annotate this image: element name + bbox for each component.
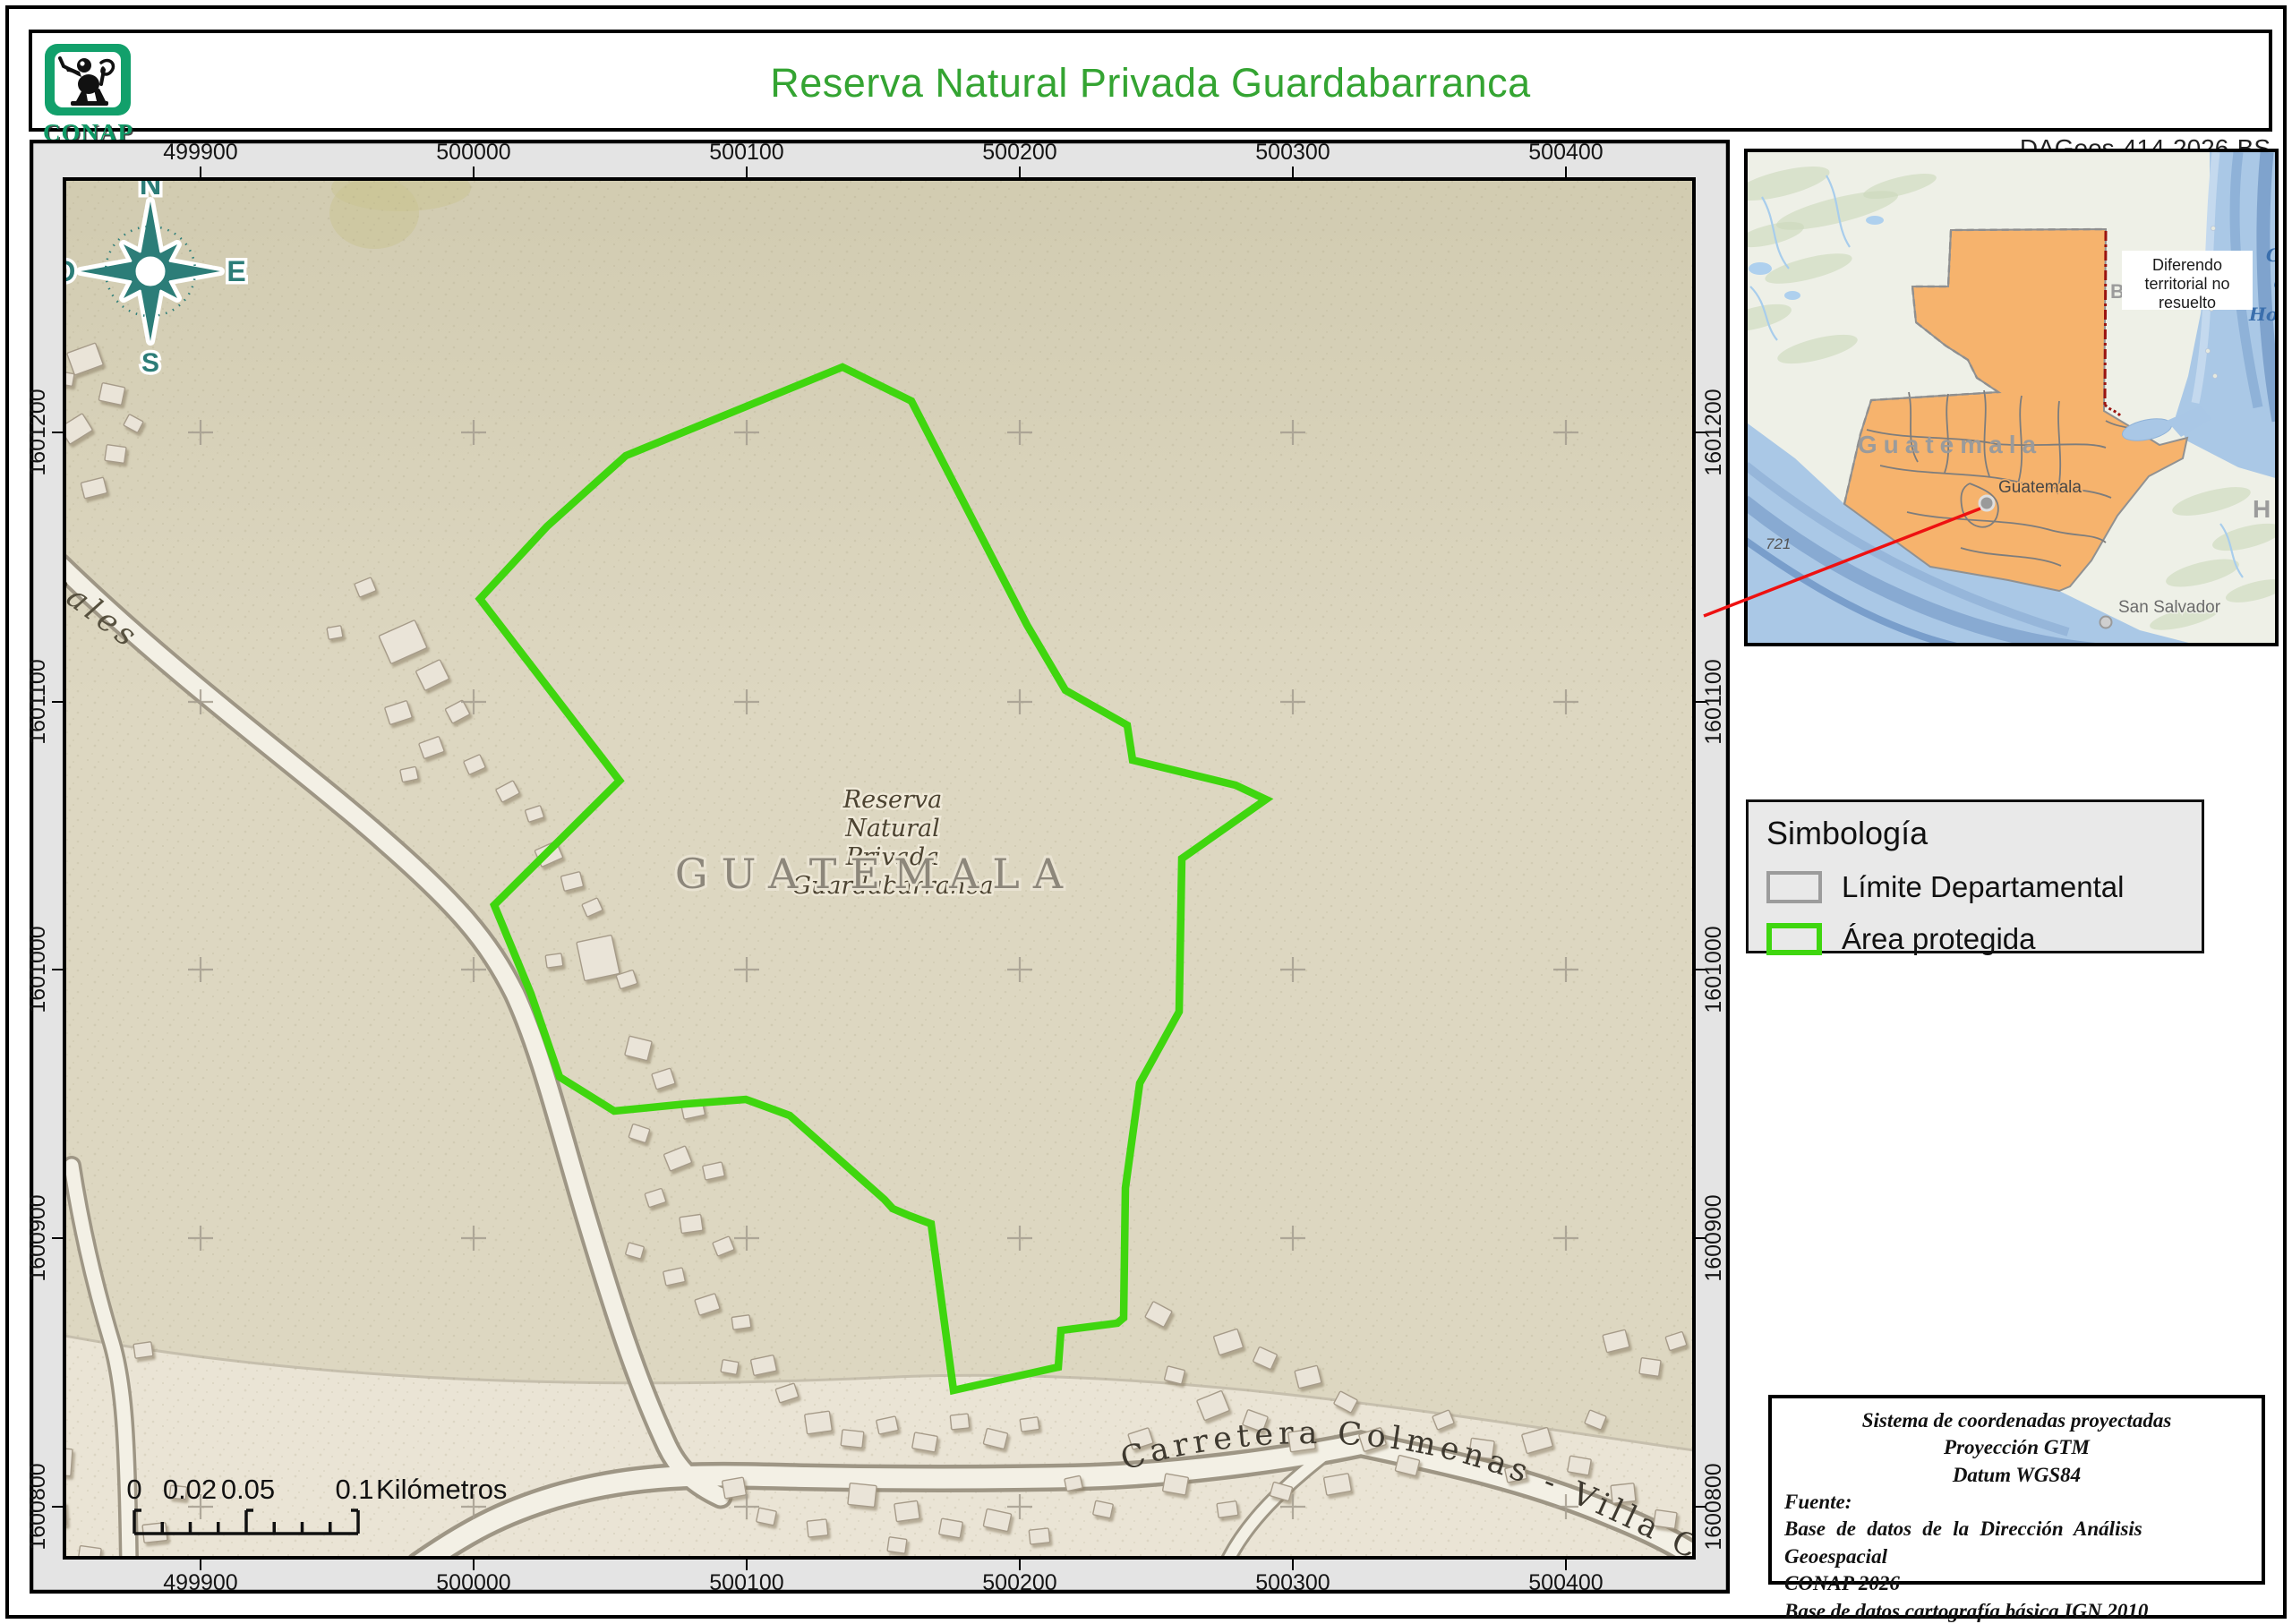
building <box>887 1537 907 1554</box>
datum-line: Datum WGS84 <box>1784 1462 2249 1489</box>
northing-label: 1601100 <box>30 659 50 744</box>
departmental-limit-swatch-icon <box>1766 871 1822 903</box>
scale-tick-label: 0.1 <box>335 1474 373 1505</box>
easting-label: 500200 <box>982 140 1056 165</box>
header: CONAP Reserva Natural Privada Guardabarr… <box>29 30 2272 132</box>
reserve-name-label: Reserva <box>842 786 942 814</box>
building <box>1065 1475 1083 1491</box>
building <box>327 626 343 640</box>
easting-label: 500300 <box>1255 1570 1330 1594</box>
san-salvador-label: San Salvador <box>2118 598 2221 617</box>
source-heading: Fuente: <box>1784 1489 2249 1516</box>
callout-line: Diferendo <box>2152 256 2222 274</box>
northing-label: 1601000 <box>30 926 50 1013</box>
reserve-name-label: Natural <box>844 815 940 842</box>
easting-label: 500100 <box>709 140 783 165</box>
compass-letter: E <box>227 255 245 287</box>
building <box>848 1483 877 1507</box>
building <box>1323 1474 1351 1496</box>
page-title: Reserva Natural Privada Guardabarranca <box>32 60 2269 107</box>
map-sheet: CONAP Reserva Natural Privada Guardabarr… <box>0 0 2292 1624</box>
northing-label: 1601100 <box>1701 659 1726 744</box>
building <box>722 1477 746 1499</box>
northing-label: 1600800 <box>30 1463 50 1550</box>
northing-label: 1601200 <box>30 389 50 475</box>
building <box>1162 1474 1188 1495</box>
map-content: nalesCarretera Colmenas - Villa CanaRese… <box>40 165 1730 1594</box>
honduras-label: Ho <box>2253 495 2279 523</box>
legend-title: Simbología <box>1766 815 2184 852</box>
building <box>950 1414 970 1430</box>
belize-dispute-line <box>2105 231 2106 405</box>
country-label: Guatemala <box>1858 431 2042 458</box>
northing-label: 1600900 <box>30 1194 50 1281</box>
building <box>1639 1358 1661 1377</box>
building <box>912 1432 938 1452</box>
compass-letter: S <box>141 348 159 378</box>
building <box>1093 1500 1114 1518</box>
source-line-2: CONAP 2026 <box>1784 1570 2249 1597</box>
san-salvador-dot <box>2100 617 2112 628</box>
building <box>805 1411 833 1434</box>
guatemala-city-label: Guatemala <box>1998 478 2082 497</box>
scale-unit-label: Kilómetros <box>376 1474 507 1505</box>
inset-map: BGuatemalaGuatemalaSan SalvadorHo721GudH… <box>1744 149 2279 646</box>
sea-label: Hond <box>2248 303 2279 325</box>
source-line-3: Base de datos cartografía básica IGN 201… <box>1784 1598 2249 1624</box>
building <box>1217 1501 1238 1518</box>
inset-locator-map: BGuatemalaGuatemalaSan SalvadorHo721GudH… <box>1744 149 2279 646</box>
easting-label: 500400 <box>1528 140 1603 165</box>
northing-label: 1601200 <box>1701 389 1726 475</box>
building <box>105 445 126 464</box>
building <box>1020 1417 1039 1432</box>
northing-label: 1600900 <box>1701 1194 1726 1281</box>
easting-label: 500400 <box>1528 1570 1603 1594</box>
callout-line: territorial no <box>2144 275 2229 293</box>
building <box>731 1315 751 1330</box>
building <box>757 1508 777 1526</box>
source-line-1: Base de datos de la Dirección Análisis G… <box>1784 1516 2249 1570</box>
scale-tick-label: 0.05 <box>221 1474 275 1505</box>
scale-tick-label: 0 <box>126 1474 141 1505</box>
legend-item-area: Área protegida <box>1766 922 2184 956</box>
building <box>1029 1528 1050 1544</box>
building <box>400 766 419 782</box>
guatemala-city-dot <box>1980 496 1994 510</box>
credits-box: Sistema de coordenadas proyectadas Proye… <box>1768 1395 2265 1585</box>
scale-tick-label: 0.02 <box>163 1474 217 1505</box>
building <box>939 1518 963 1538</box>
callout-line: resuelto <box>2159 294 2216 312</box>
easting-label: 500000 <box>436 1570 510 1594</box>
protected-area-swatch-icon <box>1766 923 1822 955</box>
building <box>133 1342 153 1359</box>
building <box>545 953 563 968</box>
building <box>841 1430 864 1448</box>
projection-line: Proyección GTM <box>1784 1434 2249 1461</box>
easting-label: 499900 <box>163 140 237 165</box>
easting-label: 500000 <box>436 140 510 165</box>
building <box>680 1214 703 1233</box>
northing-label: 1600800 <box>1701 1463 1726 1550</box>
building <box>721 1360 739 1375</box>
easting-label: 499900 <box>163 1570 237 1594</box>
building <box>894 1500 920 1521</box>
easting-label: 500100 <box>709 1570 783 1594</box>
depth-label: 721 <box>1766 535 1791 552</box>
building <box>807 1519 828 1537</box>
building <box>577 935 620 980</box>
main-map-frame: nalesCarretera Colmenas - Villa CanaRese… <box>30 140 1730 1594</box>
easting-label: 500300 <box>1255 140 1330 165</box>
legend: Simbología Límite Departamental Área pro… <box>1746 799 2204 953</box>
crs-line: Sistema de coordenadas proyectadas <box>1784 1407 2249 1434</box>
legend-item-limite: Límite Departamental <box>1766 870 2184 904</box>
easting-label: 500200 <box>982 1570 1056 1594</box>
northing-label: 1601000 <box>1701 926 1726 1013</box>
department-label: GUATEMALA <box>675 850 1076 898</box>
main-map: nalesCarretera Colmenas - Villa CanaRese… <box>30 140 1730 1594</box>
